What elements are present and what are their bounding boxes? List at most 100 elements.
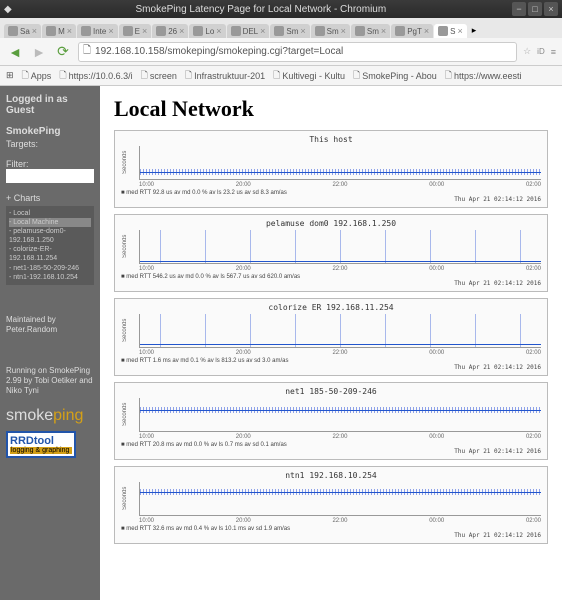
- browser-tab[interactable]: Sm×: [270, 24, 309, 38]
- latency-chart[interactable]: pelamuse dom0 192.168.1.250Seconds10:002…: [114, 214, 548, 292]
- brand-title: SmokePing: [6, 126, 94, 137]
- chart-stats: ■ med RTT 92.8 us av md 0.0 % av ls 23.2…: [121, 190, 287, 196]
- window-title: SmokePing Latency Page for Local Network…: [12, 4, 510, 15]
- back-button[interactable]: ◄: [6, 43, 24, 61]
- tab-label: Sa: [20, 27, 30, 36]
- tab-close-icon[interactable]: ×: [341, 26, 346, 36]
- tab-close-icon[interactable]: ×: [216, 26, 221, 36]
- tab-close-icon[interactable]: ×: [179, 26, 184, 36]
- latency-chart[interactable]: net1 185-50-209-246Seconds10:0020:0022:0…: [114, 382, 548, 460]
- chart-title: net1 185-50-209-246: [121, 387, 541, 396]
- browser-tab[interactable]: Lo×: [189, 24, 225, 38]
- chart-ylabel: Seconds: [122, 230, 138, 263]
- apps-icon[interactable]: ⊞: [6, 70, 14, 81]
- close-button[interactable]: ×: [544, 2, 558, 16]
- latency-chart[interactable]: This hostSeconds10:0020:0022:0000:0002:0…: [114, 130, 548, 208]
- bookmark-label: SmokePing - Abou: [362, 71, 437, 81]
- browser-tab[interactable]: DEL×: [227, 24, 270, 38]
- browser-tab[interactable]: M×: [42, 24, 76, 38]
- bookmark-item[interactable]: 🗋https://www.eesti: [445, 68, 522, 84]
- tab-close-icon[interactable]: ×: [300, 26, 305, 36]
- bookmark-item[interactable]: 🗋Apps: [22, 68, 52, 84]
- chart-title: pelamuse dom0 192.168.1.250: [121, 219, 541, 228]
- chart-plot: Seconds: [139, 482, 541, 516]
- tab-label: Sm: [327, 27, 339, 36]
- browser-tab[interactable]: 26×: [152, 24, 188, 38]
- tab-close-icon[interactable]: ×: [142, 26, 147, 36]
- bookmark-icon: 🗋: [273, 68, 280, 84]
- chart-timestamp: Thu Apr 21 02:14:12 2016: [121, 364, 541, 371]
- browser-tab[interactable]: Sm×: [311, 24, 350, 38]
- tab-close-icon[interactable]: ×: [424, 26, 429, 36]
- bookmark-icon: 🗋: [141, 68, 148, 84]
- tree-item[interactable]: - Local: [9, 209, 91, 218]
- tree-item[interactable]: - Local Machine: [9, 218, 91, 227]
- chart-stats: ■ med RTT 1.6 ms av md 0.1 % av ls 813.2…: [121, 358, 288, 364]
- menu-icon[interactable]: ≡: [551, 47, 556, 57]
- chart-plot: Seconds: [139, 398, 541, 432]
- tab-close-icon[interactable]: ×: [108, 26, 113, 36]
- bookmark-item[interactable]: 🗋https://10.0.6.3/i: [59, 68, 132, 84]
- tree-item[interactable]: - colorize-ER-192.168.11.254: [9, 245, 91, 263]
- chart-timestamp: Thu Apr 21 02:14:12 2016: [121, 532, 541, 539]
- chart-xaxis: 10:0020:0022:0000:0002:00: [139, 518, 541, 524]
- browser-tab[interactable]: S×: [434, 24, 467, 38]
- tree-item[interactable]: - ntn1-192.168.10.254: [9, 273, 91, 282]
- tab-label: 26: [168, 27, 177, 36]
- chart-timestamp: Thu Apr 21 02:14:12 2016: [121, 448, 541, 455]
- tab-close-icon[interactable]: ×: [260, 26, 265, 36]
- url-bar[interactable]: 🗋 192.168.10.158/smokeping/smokeping.cgi…: [78, 42, 517, 62]
- window-titlebar: ◆ SmokePing Latency Page for Local Netwo…: [0, 0, 562, 18]
- bookmark-icon: 🗋: [185, 68, 192, 84]
- browser-tab[interactable]: Sa×: [4, 24, 41, 38]
- favicon: [231, 26, 241, 36]
- minimize-button[interactable]: −: [512, 2, 526, 16]
- bookmark-item[interactable]: 🗋screen: [141, 68, 177, 84]
- bookmark-label: https://10.0.6.3/i: [69, 71, 133, 81]
- reload-button[interactable]: ⟳: [54, 43, 72, 61]
- smokeping-logo[interactable]: smokeping: [6, 407, 94, 425]
- chart-title: This host: [121, 135, 541, 144]
- rrdtool-logo[interactable]: RRDtool logging & graphing: [6, 431, 76, 458]
- browser-tab[interactable]: PgT×: [391, 24, 433, 38]
- tab-label: E: [135, 27, 140, 36]
- tab-close-icon[interactable]: ×: [32, 26, 37, 36]
- tab-close-icon[interactable]: ×: [457, 26, 462, 36]
- chart-ylabel: Seconds: [122, 146, 138, 179]
- bookmark-item[interactable]: 🗋Kultivegi - Kultu: [273, 68, 345, 84]
- bookmark-item[interactable]: 🗋Infrastruktuur-201: [185, 68, 265, 84]
- favicon: [8, 26, 18, 36]
- running-on: Running on SmokePing 2.99 by Tobi Oetike…: [6, 366, 94, 397]
- new-tab-button[interactable]: ▸: [468, 23, 481, 38]
- tree-item[interactable]: - net1-185-50-209-246: [9, 264, 91, 273]
- tab-close-icon[interactable]: ×: [381, 26, 386, 36]
- url-text: 192.168.10.158/smokeping/smokeping.cgi?t…: [95, 46, 343, 57]
- extension-icon[interactable]: iD: [537, 47, 545, 56]
- chart-xaxis: 10:0020:0022:0000:0002:00: [139, 434, 541, 440]
- chart-ylabel: Seconds: [122, 398, 138, 431]
- chart-plot: Seconds: [139, 230, 541, 264]
- latency-chart[interactable]: ntn1 192.168.10.254Seconds10:0020:0022:0…: [114, 466, 548, 544]
- chart-stats: ■ med RTT 32.6 ms av md 0.4 % av ls 10.1…: [121, 526, 290, 532]
- latency-chart[interactable]: colorize ER 192.168.11.254Seconds10:0020…: [114, 298, 548, 376]
- browser-tab[interactable]: Sm×: [351, 24, 390, 38]
- forward-button[interactable]: ►: [30, 43, 48, 61]
- filter-input[interactable]: [6, 169, 94, 183]
- favicon: [395, 26, 405, 36]
- chart-ylabel: Seconds: [122, 482, 138, 515]
- bookmark-item[interactable]: 🗋SmokePing - Abou: [353, 68, 437, 84]
- charts-tree-header[interactable]: + Charts: [6, 193, 94, 203]
- favicon: [274, 26, 284, 36]
- bookmark-label: Kultivegi - Kultu: [282, 71, 345, 81]
- favicon: [315, 26, 325, 36]
- tree-item[interactable]: - pelamuse-dom0-192.168.1.250: [9, 227, 91, 245]
- tab-label: Sm: [367, 27, 379, 36]
- browser-tab[interactable]: Inte×: [77, 24, 118, 38]
- maximize-button[interactable]: □: [528, 2, 542, 16]
- browser-tab[interactable]: E×: [119, 24, 152, 38]
- bookmark-label: screen: [150, 71, 177, 81]
- star-icon[interactable]: ☆: [523, 46, 531, 57]
- tab-close-icon[interactable]: ×: [67, 26, 72, 36]
- tab-label: DEL: [243, 27, 259, 36]
- chart-plot: Seconds: [139, 314, 541, 348]
